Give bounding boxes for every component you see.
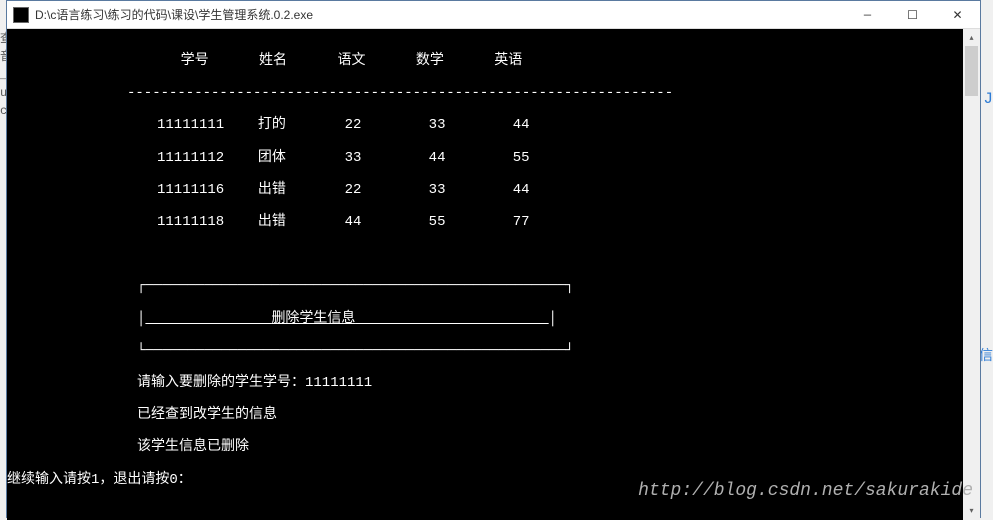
- titlebar[interactable]: D:\c语言练习\练习的代码\课设\学生管理系统.0.2.exe — ☐ ✕: [7, 1, 980, 29]
- input-prompt-line: 请输入要删除的学生学号：11111111: [7, 375, 963, 391]
- col-name: 姓名: [259, 53, 287, 69]
- separator-line: ----------------------------------------…: [7, 85, 963, 101]
- background-fragment-right: J: [983, 90, 993, 108]
- input-value: 11111111: [305, 375, 372, 391]
- scroll-up-button[interactable]: ▴: [963, 29, 980, 46]
- console-area: 学号 姓名 语文 数学 英语 -------------------------…: [7, 29, 980, 520]
- background-fragment-right2: 信: [979, 345, 993, 365]
- app-icon: [13, 7, 29, 23]
- scroll-track[interactable]: [963, 46, 980, 503]
- table-row: 11111112 团体 33 44 55: [7, 150, 963, 166]
- panel-title: 删除学生信息: [271, 311, 355, 327]
- minimize-button[interactable]: —: [845, 1, 890, 29]
- table-row: 11111111 打的 22 33 44: [7, 117, 963, 133]
- scroll-down-button[interactable]: ▾: [963, 503, 980, 520]
- vertical-scrollbar[interactable]: ▴ ▾: [963, 29, 980, 520]
- panel-border-bottom: └───────────────────────────────────────…: [7, 343, 963, 359]
- window-title: D:\c语言练习\练习的代码\课设\学生管理系统.0.2.exe: [35, 6, 845, 23]
- col-english: 英语: [494, 53, 522, 69]
- window-controls: — ☐ ✕: [845, 1, 980, 28]
- blank-line: [7, 246, 963, 262]
- col-math: 数学: [416, 53, 444, 69]
- console-window: D:\c语言练习\练习的代码\课设\学生管理系统.0.2.exe — ☐ ✕ 学…: [6, 0, 981, 518]
- table-row: 11111118 出错 44 55 77: [7, 214, 963, 230]
- found-message: 已经查到改学生的信息: [7, 407, 963, 423]
- close-button[interactable]: ✕: [935, 1, 980, 29]
- maximize-button[interactable]: ☐: [890, 1, 935, 29]
- scroll-thumb[interactable]: [965, 46, 978, 96]
- table-row: 11111116 出错 22 33 44: [7, 182, 963, 198]
- console-output[interactable]: 学号 姓名 语文 数学 英语 -------------------------…: [7, 29, 963, 520]
- col-id: 学号: [181, 53, 209, 69]
- continue-prompt: 继续输入请按1，退出请按0：: [7, 472, 963, 488]
- deleted-message: 该学生信息已删除: [7, 439, 963, 455]
- col-chinese: 语文: [337, 53, 365, 69]
- panel-title-row: │ 删除学生信息 │: [7, 311, 963, 327]
- table-header-row: 学号 姓名 语文 数学 英语: [7, 53, 963, 69]
- panel-border-top: ┌───────────────────────────────────────…: [7, 278, 963, 294]
